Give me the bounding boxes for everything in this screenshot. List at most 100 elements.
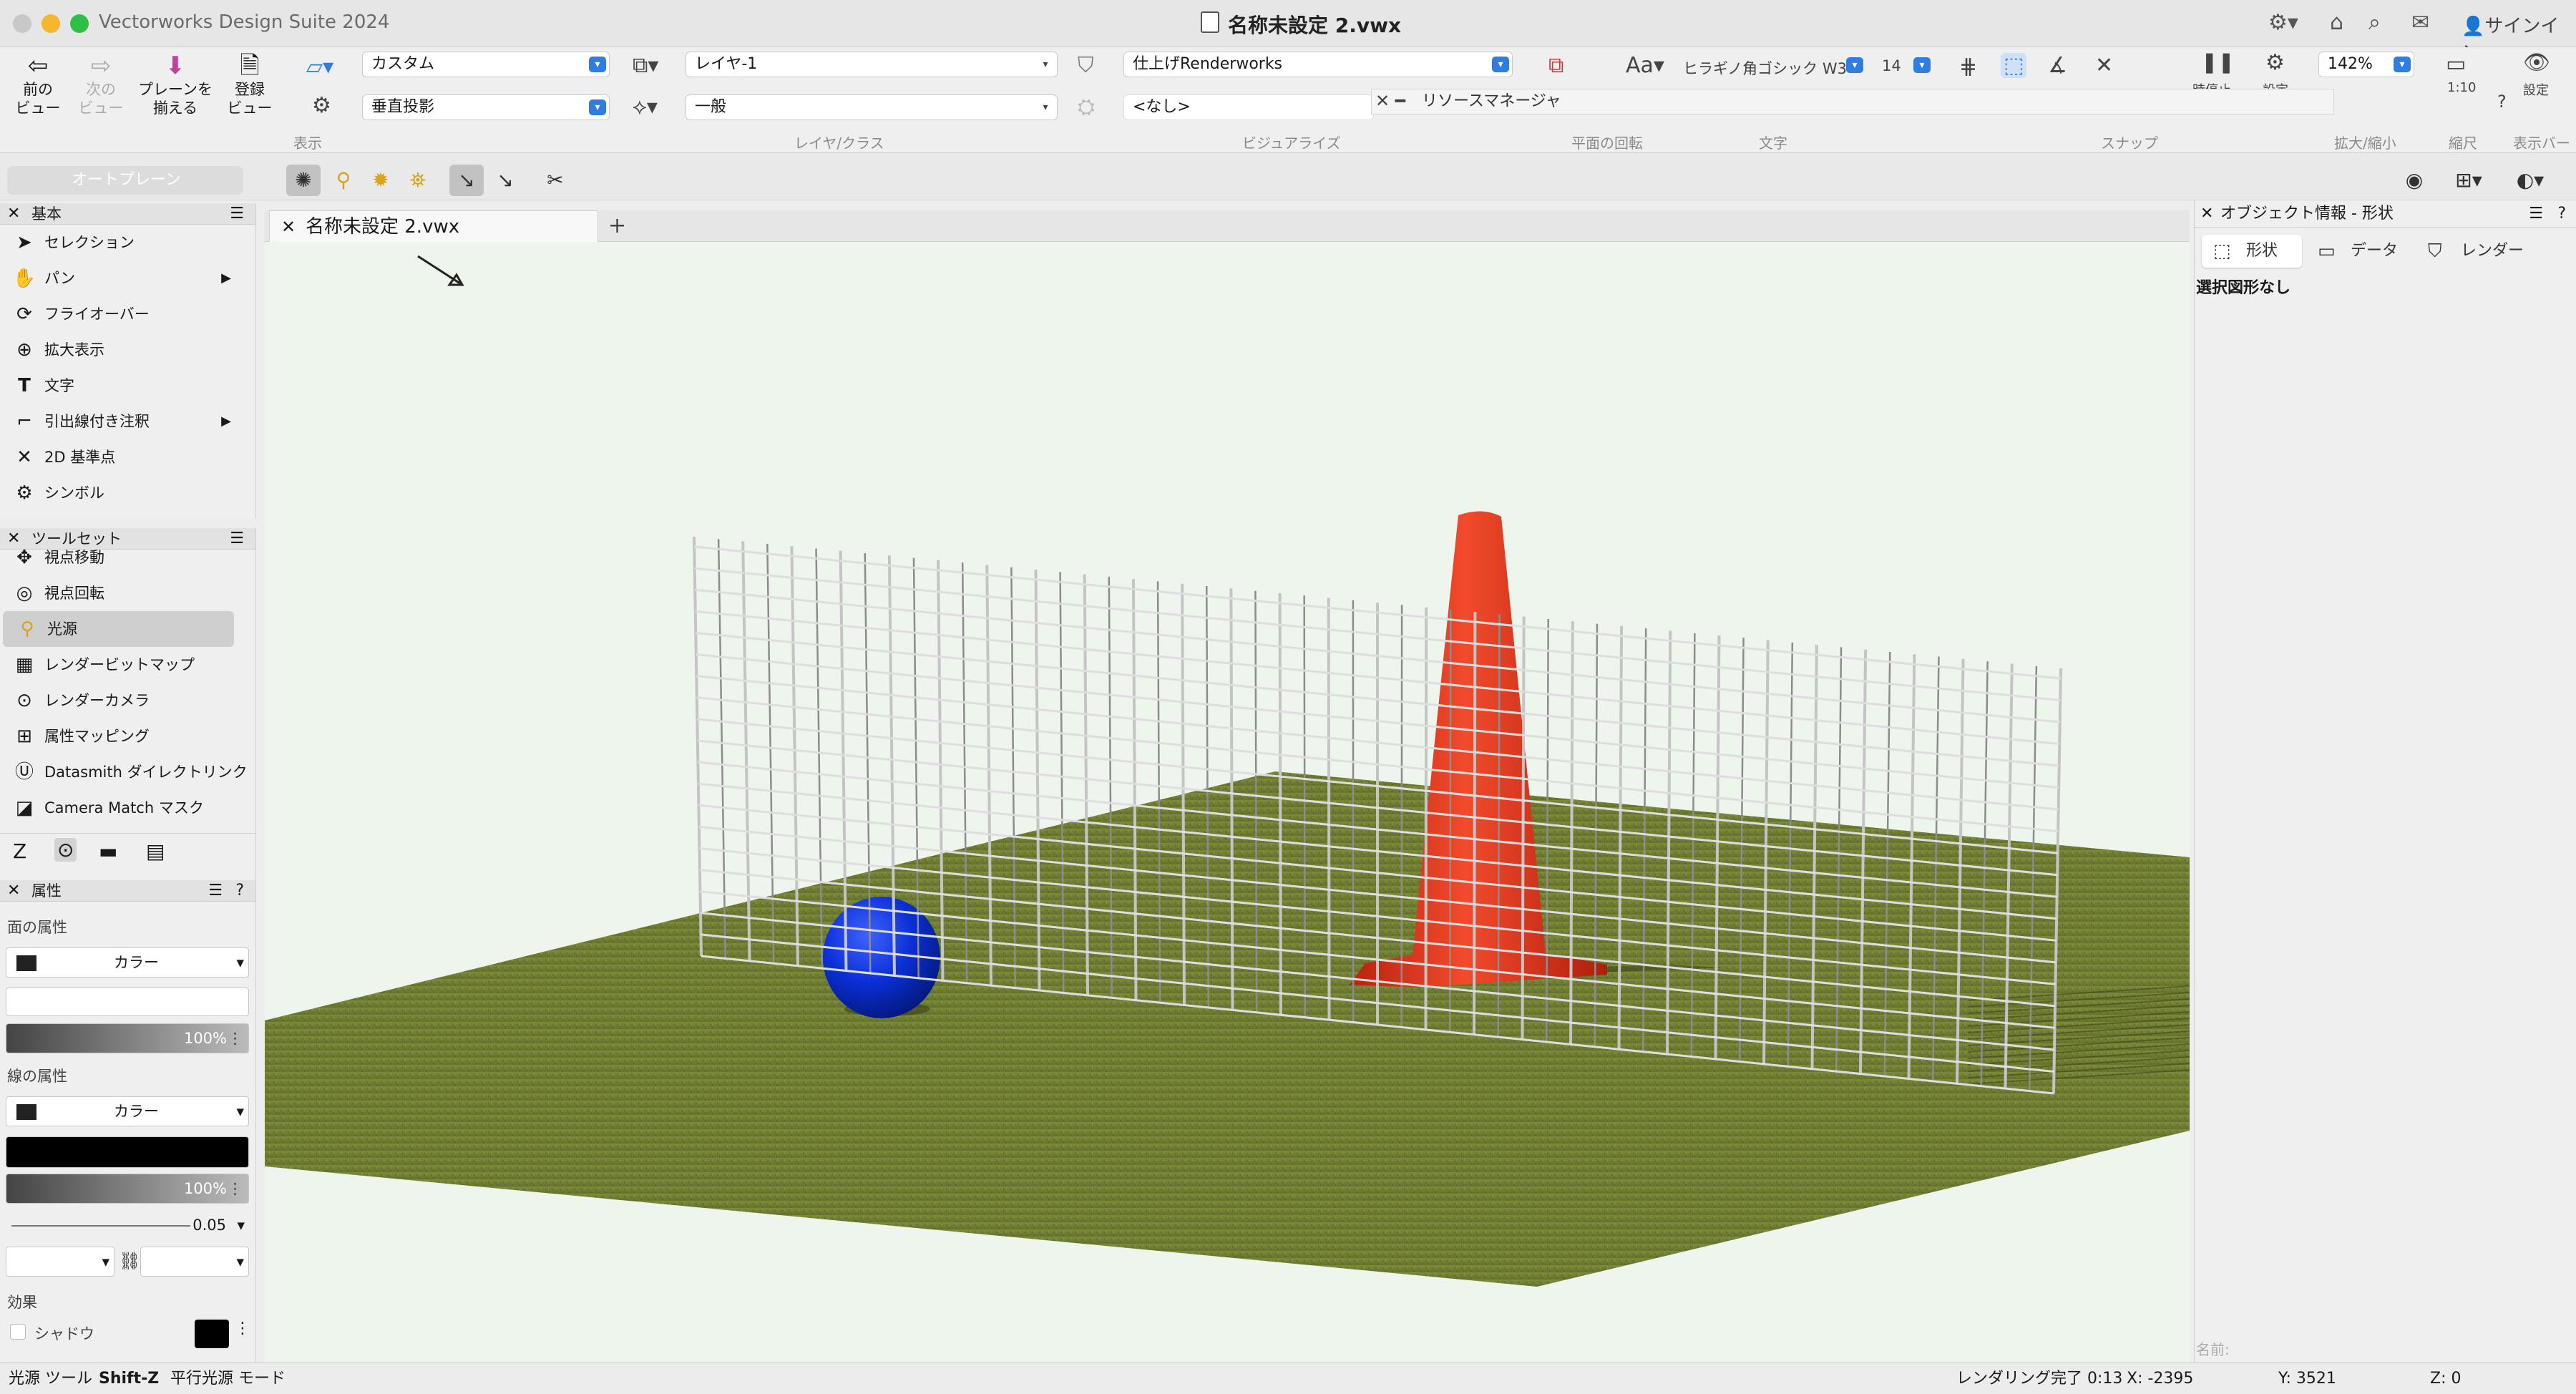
lighting-dropdown[interactable]: <なし> [1123, 94, 1374, 120]
eye-icon[interactable]: 👁 [2523, 50, 2550, 75]
render-toggle[interactable]: ◐▾ [2513, 165, 2547, 196]
font-size-dropdown[interactable]: 14 [1882, 57, 1901, 74]
search-icon[interactable]: ⌕ [2368, 10, 2381, 35]
point-light-mode[interactable]: ✹ [364, 165, 398, 196]
pen-type-dropdown[interactable]: カラー ▾ [6, 1096, 249, 1126]
tool-walkthrough[interactable]: ✥ 視点移動 [0, 540, 255, 575]
snap-angle-icon[interactable]: ∡ [2048, 53, 2067, 78]
close-icon[interactable]: ✕ [281, 211, 296, 243]
spot-light-mode[interactable]: ⛯ [401, 165, 435, 196]
help-icon[interactable]: ? [2557, 200, 2566, 228]
pen-color-field[interactable] [6, 1136, 249, 1168]
font-dropdown[interactable]: ヒラギノ角ゴシック W3 [1683, 57, 1847, 79]
drawing-canvas[interactable] [265, 242, 2190, 1363]
pause-icon[interactable]: ❚❚ [2201, 50, 2235, 74]
fill-color-field[interactable] [6, 988, 249, 1016]
zoom-window-button[interactable] [70, 14, 89, 33]
tool-text[interactable]: T 文字 [0, 368, 255, 404]
tool-render-camera[interactable]: ⊙ レンダーカメラ [0, 683, 255, 718]
start-marker-dropdown[interactable]: ▾ [6, 1247, 114, 1277]
document-tab[interactable]: ✕ 名称未設定 2.vwx [269, 210, 598, 242]
close-window-button[interactable] [13, 14, 31, 33]
view-dropdown[interactable]: カスタム ▾ [362, 52, 610, 77]
building-toolset-icon[interactable]: ▤ [146, 839, 165, 863]
tool-flyover[interactable]: ⟳ フライオーバー [0, 296, 255, 332]
chevron-down-icon[interactable]: ▾ [1846, 57, 1863, 73]
tool-attribute-mapping[interactable]: ⊞ 属性マッピング [0, 718, 255, 754]
tool-2d-locus[interactable]: ✕ 2D 基準点 [0, 439, 255, 475]
class-icon[interactable]: ⟡▾ [633, 94, 658, 120]
close-icon[interactable]: ✕ [7, 203, 20, 225]
more-icon[interactable]: ⋮ [228, 1174, 243, 1203]
tool-zoom[interactable]: ⊕ 拡大表示 [0, 332, 255, 368]
projection-dropdown[interactable]: 垂直投影 ▾ [362, 94, 610, 120]
layer-dropdown[interactable]: レイヤ-1 ▾ [686, 52, 1058, 77]
tool-selection[interactable]: ➤ セレクション [0, 225, 255, 260]
scale-value[interactable]: 1:10 [2447, 80, 2476, 95]
tool-camera-match[interactable]: ◪ Camera Match マスク [0, 790, 255, 826]
plane-toggle[interactable]: ⊞▾ [2451, 165, 2486, 196]
plane-dropdown[interactable]: オートプレーン [7, 166, 243, 195]
light-settings-mode[interactable]: ✺ [286, 165, 321, 196]
line-weight-dropdown[interactable]: 0.05 ▾ [6, 1211, 249, 1241]
scale-icon[interactable]: ▭ [2446, 52, 2466, 77]
help-icon[interactable]: ? [2497, 92, 2507, 112]
snap-grid-icon[interactable]: ⋕ [1959, 54, 1977, 79]
end-marker-dropdown[interactable]: ▾ [140, 1247, 249, 1277]
fill-type-dropdown[interactable]: カラー ▾ [6, 947, 249, 978]
visibility-toggle[interactable]: ◉ [2397, 165, 2431, 196]
class-dropdown[interactable]: 一般 ▾ [686, 94, 1058, 120]
projection-icon[interactable]: ⚙ [312, 93, 331, 118]
minimize-window-button[interactable] [42, 14, 60, 33]
lighting-icon[interactable]: ⛭ [1078, 94, 1095, 120]
view-type-icon[interactable]: ▱▾ [306, 54, 333, 79]
link-icon[interactable]: ⛓ [119, 1251, 140, 1271]
direction-mode-1[interactable]: ↘ [449, 165, 484, 196]
help-icon[interactable]: ? [235, 880, 244, 902]
menu-icon[interactable]: ☰ [230, 203, 244, 225]
menu-icon[interactable]: ☰ [208, 880, 223, 902]
visualization-toolset-icon[interactable]: ⊙ [54, 838, 77, 862]
shadow-color-swatch[interactable] [195, 1320, 229, 1348]
directional-light-mode[interactable]: ⚲ [326, 165, 361, 196]
tool-datasmith[interactable]: Ⓤ Datasmith ダイレクトリンク [0, 754, 255, 790]
tool-pan[interactable]: ✋ パン ▶ [0, 260, 255, 296]
more-icon[interactable]: ⋮ [235, 1320, 250, 1337]
render-mode-icon[interactable]: ⛉ [1078, 53, 1094, 78]
font-icon[interactable]: Aa▾ [1626, 53, 1664, 78]
close-icon[interactable]: ✕ ━ [1375, 89, 1405, 113]
mail-icon[interactable]: ✉ [2411, 10, 2429, 35]
more-icon[interactable]: ⋮ [228, 1024, 243, 1053]
home-icon[interactable]: ⌂ [2330, 10, 2343, 35]
render-mode-dropdown[interactable]: 仕上げRenderworks ▾ [1123, 52, 1513, 77]
rendering-preview-icon[interactable]: ⧉ [1548, 53, 1563, 78]
add-tab-button[interactable]: + [608, 213, 626, 238]
prev-view-button[interactable]: ⇦ 前の ビュー [6, 52, 70, 117]
tool-preferences-mode[interactable]: ✂ [538, 165, 572, 196]
next-view-button[interactable]: ⇨ 次の ビュー [69, 52, 133, 117]
gear-icon[interactable]: ⚙▾ [2268, 10, 2298, 35]
zoom-dropdown[interactable]: 142% ▾ [2318, 52, 2414, 77]
align-plane-button[interactable]: ⬇ プレーンを 揃える [136, 52, 215, 117]
menu-icon[interactable]: ☰ [2529, 200, 2543, 228]
layer-icon[interactable]: ⧉▾ [633, 53, 658, 78]
fill-opacity-slider[interactable]: 100% ⋮ [6, 1023, 249, 1053]
shadow-checkbox[interactable] [10, 1324, 26, 1340]
saved-view-button[interactable]: 🗎 登録 ビュー [218, 52, 282, 117]
design-toolset-icon[interactable]: Z [13, 839, 26, 863]
close-icon[interactable]: ✕ [2200, 200, 2213, 228]
gear-icon[interactable]: ⚙ [2265, 50, 2285, 75]
tool-callout[interactable]: ⌐ 引出線付き注釈 ▶ [0, 404, 255, 439]
tab-render[interactable]: ⛉ レンダー [2416, 235, 2545, 268]
snap-object-icon[interactable]: ⬚ [2001, 53, 2027, 78]
dimension-toolset-icon[interactable]: ▬ [99, 839, 117, 863]
snap-intersection-icon[interactable]: ✕ [2095, 53, 2113, 78]
tool-symbol[interactable]: ⚙ シンボル [0, 475, 255, 511]
pen-opacity-slider[interactable]: 100% ⋮ [6, 1174, 249, 1204]
tab-shape[interactable]: ⬚ 形状 [2202, 235, 2302, 268]
resource-manager-bar[interactable]: リソースマネージャ [1371, 89, 2334, 114]
tab-data[interactable]: ▭ データ [2306, 235, 2414, 268]
tool-light[interactable]: ⚲ 光源 [3, 611, 234, 647]
close-icon[interactable]: ✕ [7, 880, 20, 902]
direction-mode-2[interactable]: ↘ [488, 165, 522, 196]
